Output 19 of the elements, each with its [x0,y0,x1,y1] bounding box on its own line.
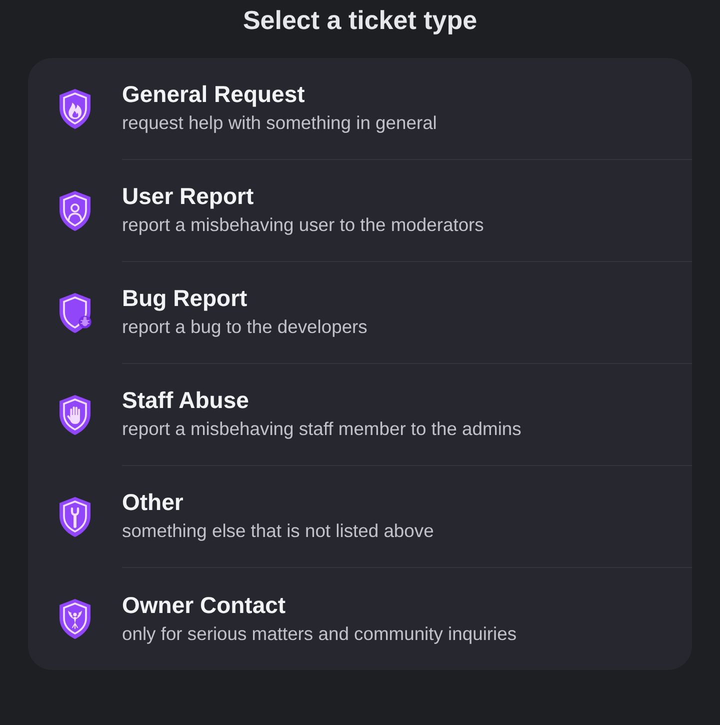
option-description: only for serious matters and community inquiries [122,622,517,644]
option-title[interactable]: Other [122,488,184,516]
option-title[interactable]: Bug Report [122,284,248,312]
option-description: report a misbehaving staff member to the admins [122,417,522,440]
option-title[interactable]: Staff Abuse [122,386,249,414]
hand-shield-icon [58,394,92,436]
option-description: something else that is not listed above [122,519,434,542]
option-description: report a bug to the developers [122,315,368,338]
option-title[interactable]: User Report [122,182,254,210]
option-description: report a misbehaving user to the moderators [122,213,484,236]
option-description: request help with something in general [122,111,437,134]
option-title[interactable]: Owner Contact [122,590,286,618]
bird-shield-icon [58,598,92,640]
dialog-title: Select a ticket type [242,4,478,36]
bug-shield-icon [58,292,92,334]
person-shield-icon [58,190,92,232]
wrench-shield-icon [58,496,92,538]
fire-shield-icon [58,88,92,130]
option-title[interactable]: General Request [122,80,305,108]
